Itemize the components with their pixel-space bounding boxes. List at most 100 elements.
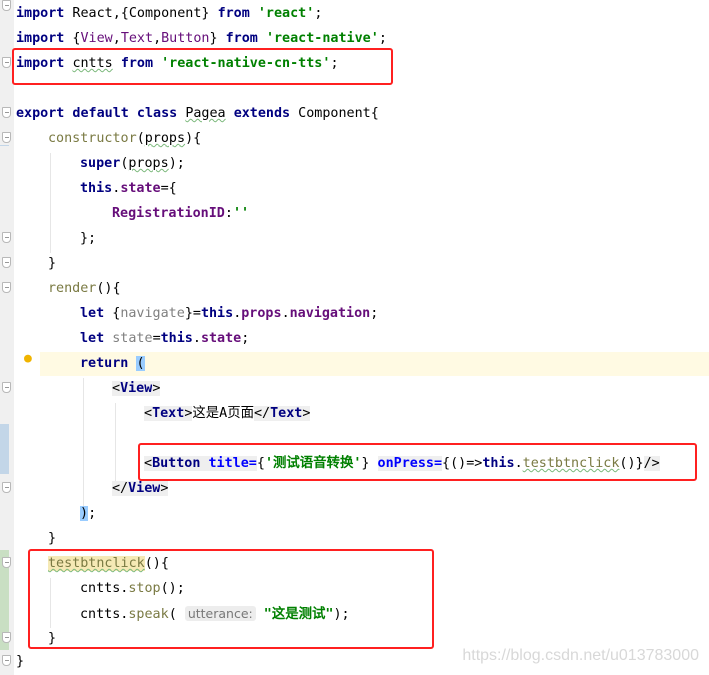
code-token: ; — [370, 306, 379, 321]
code-token: this — [160, 331, 193, 346]
code-token: let — [80, 331, 105, 346]
code-token: React,{Component} — [64, 6, 218, 21]
code-line[interactable]: ); — [80, 503, 96, 525]
fold-marker-icon[interactable] — [2, 282, 11, 293]
code-token: RegistrationID — [112, 206, 225, 221]
code-token: = — [152, 331, 161, 346]
fold-marker-icon[interactable] — [2, 257, 11, 268]
indent-guide — [115, 403, 116, 483]
fold-marker-icon[interactable] — [2, 232, 11, 243]
code-token: > — [302, 406, 311, 421]
highlight-box-import — [12, 48, 393, 85]
code-token: ); — [168, 156, 185, 171]
fold-marker-icon[interactable] — [2, 632, 11, 643]
code-line[interactable]: let state=this.state; — [80, 328, 249, 350]
code-token: . — [192, 331, 201, 346]
fold-marker-icon[interactable] — [2, 107, 11, 118]
highlight-box-method — [28, 549, 434, 649]
code-token: (){ — [96, 281, 121, 296]
code-token: Pagea — [185, 106, 226, 121]
code-line[interactable]: <View> — [112, 378, 161, 400]
watermark: https://blog.csdn.net/u013783000 — [462, 647, 699, 664]
code-token: { — [104, 306, 121, 321]
code-line[interactable]: import React,{Component} from 'react'; — [16, 3, 322, 25]
code-line[interactable]: constructor(props){ — [48, 128, 201, 150]
code-token: props — [241, 306, 282, 321]
code-token: ( — [136, 131, 145, 146]
code-token: super — [80, 156, 121, 171]
change-marker-modified — [0, 424, 9, 474]
code-token: View — [120, 381, 153, 396]
code-line[interactable]: <Text>这是A页面</Text> — [144, 403, 311, 425]
code-token: props — [144, 131, 186, 146]
code-token: } — [16, 654, 25, 669]
code-token: this — [80, 181, 113, 196]
code-token: state — [112, 331, 153, 346]
code-token: > — [152, 381, 161, 396]
code-line[interactable]: } — [48, 253, 56, 275]
code-token: } — [209, 31, 226, 46]
code-token: Text — [270, 406, 303, 421]
code-token: state — [200, 331, 242, 346]
code-token: </ — [112, 481, 129, 496]
fold-marker-icon[interactable] — [2, 132, 11, 143]
code-token: from — [225, 31, 258, 46]
fold-marker-icon[interactable] — [2, 57, 11, 68]
code-token: ) — [80, 506, 89, 521]
code-token: import — [16, 31, 65, 46]
code-line[interactable]: RegistrationID:'' — [112, 203, 249, 225]
code-token: state — [120, 181, 161, 196]
code-line[interactable]: super(props); — [80, 153, 185, 175]
code-token: Text — [152, 406, 185, 421]
lightbulb-icon[interactable]: ● — [24, 351, 32, 366]
code-line[interactable]: export default class Pagea extends Compo… — [16, 103, 379, 125]
code-token: 'react' — [257, 6, 315, 21]
code-token: import — [16, 6, 65, 21]
code-token: ){ — [185, 131, 202, 146]
code-line[interactable]: return ( — [80, 353, 145, 375]
code-line[interactable]: </View> — [112, 478, 169, 500]
code-token: } — [48, 256, 57, 271]
code-token: } — [48, 531, 57, 546]
code-token: 这是A页面 — [192, 406, 254, 421]
code-token: ; — [314, 6, 323, 21]
code-token: , — [153, 31, 162, 46]
code-token: render — [48, 281, 97, 296]
code-line[interactable]: import {View,Text,Button} from 'react-na… — [16, 28, 387, 50]
code-token: < — [144, 406, 153, 421]
code-line[interactable]: let {navigate}=this.props.navigation; — [80, 303, 378, 325]
code-line[interactable]: render(){ — [48, 278, 121, 300]
code-token: > — [160, 481, 169, 496]
code-token: props — [128, 156, 169, 171]
code-token: Component{ — [290, 106, 379, 121]
code-token: ; — [378, 31, 387, 46]
code-token: View — [128, 481, 161, 496]
code-token: constructor — [48, 131, 137, 146]
code-token: 'react-native' — [265, 31, 379, 46]
fold-marker-icon[interactable] — [2, 482, 11, 493]
code-line[interactable]: } — [16, 651, 24, 673]
fold-marker-icon[interactable] — [2, 382, 11, 393]
code-token: extends — [233, 106, 291, 121]
fold-marker-icon[interactable] — [2, 655, 11, 666]
code-line[interactable]: } — [48, 528, 56, 550]
code-token: return — [80, 356, 129, 371]
code-line[interactable]: }; — [80, 228, 96, 250]
code-token: ={ — [160, 181, 177, 196]
code-token: . — [281, 306, 290, 321]
code-token: }= — [184, 306, 201, 321]
code-token: Button — [161, 31, 210, 46]
code-token: , — [112, 31, 121, 46]
code-token: View — [80, 31, 113, 46]
code-line[interactable]: this.state={ — [80, 178, 177, 200]
code-token: from — [217, 6, 250, 21]
code-token: ( — [136, 356, 145, 371]
fold-marker-icon[interactable] — [2, 0, 11, 11]
fold-marker-icon[interactable] — [2, 557, 11, 568]
code-token: export default class — [16, 106, 178, 121]
code-token: { — [64, 31, 81, 46]
code-token: < — [112, 381, 121, 396]
